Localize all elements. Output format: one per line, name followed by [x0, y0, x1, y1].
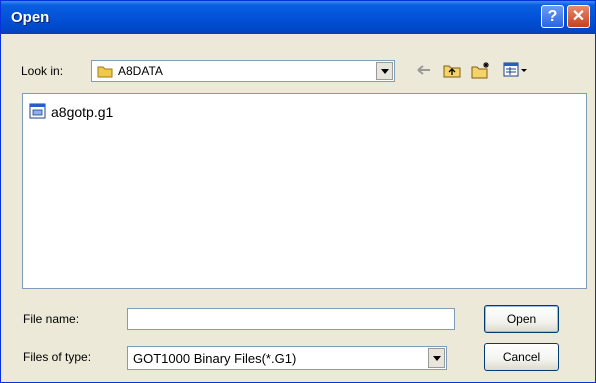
file-type-value: GOT1000 Binary Files(*.G1) — [133, 351, 297, 366]
open-dialog: Open ? ✕ Look in: A8DATA a8gotp.g1 File … — [0, 0, 596, 383]
title-bar[interactable]: Open ? ✕ — [1, 1, 595, 34]
look-in-drop-button[interactable] — [376, 62, 393, 80]
file-name-input[interactable] — [127, 308, 455, 330]
help-icon: ? — [547, 8, 558, 25]
folder-icon — [97, 66, 113, 78]
file-list[interactable]: a8gotp.g1 — [22, 93, 587, 289]
file-icon — [29, 103, 46, 119]
up-folder-icon[interactable] — [443, 61, 461, 79]
back-arrow-icon[interactable] — [415, 61, 433, 79]
look-in-label: Look in: — [21, 64, 64, 78]
chevron-down-icon — [381, 69, 389, 74]
file-type-dropdown[interactable]: GOT1000 Binary Files(*.G1) — [127, 346, 447, 370]
list-item[interactable]: a8gotp.g1 — [29, 102, 113, 120]
cancel-button[interactable]: Cancel — [484, 343, 559, 371]
close-icon: ✕ — [571, 8, 586, 25]
open-button[interactable]: Open — [484, 305, 559, 333]
file-name-label: File name: — [23, 312, 80, 326]
new-folder-icon[interactable] — [471, 61, 491, 79]
close-button[interactable]: ✕ — [567, 5, 590, 28]
file-type-drop-button[interactable] — [428, 348, 445, 368]
file-name-text: a8gotp.g1 — [51, 104, 114, 120]
help-button[interactable]: ? — [541, 5, 564, 28]
look-in-dropdown[interactable]: A8DATA — [91, 60, 395, 82]
file-type-label: Files of type: — [23, 350, 92, 364]
chevron-down-icon — [433, 356, 441, 361]
dialog-title: Open — [11, 9, 50, 26]
view-menu-icon[interactable] — [503, 61, 529, 79]
look-in-value: A8DATA — [118, 64, 163, 78]
